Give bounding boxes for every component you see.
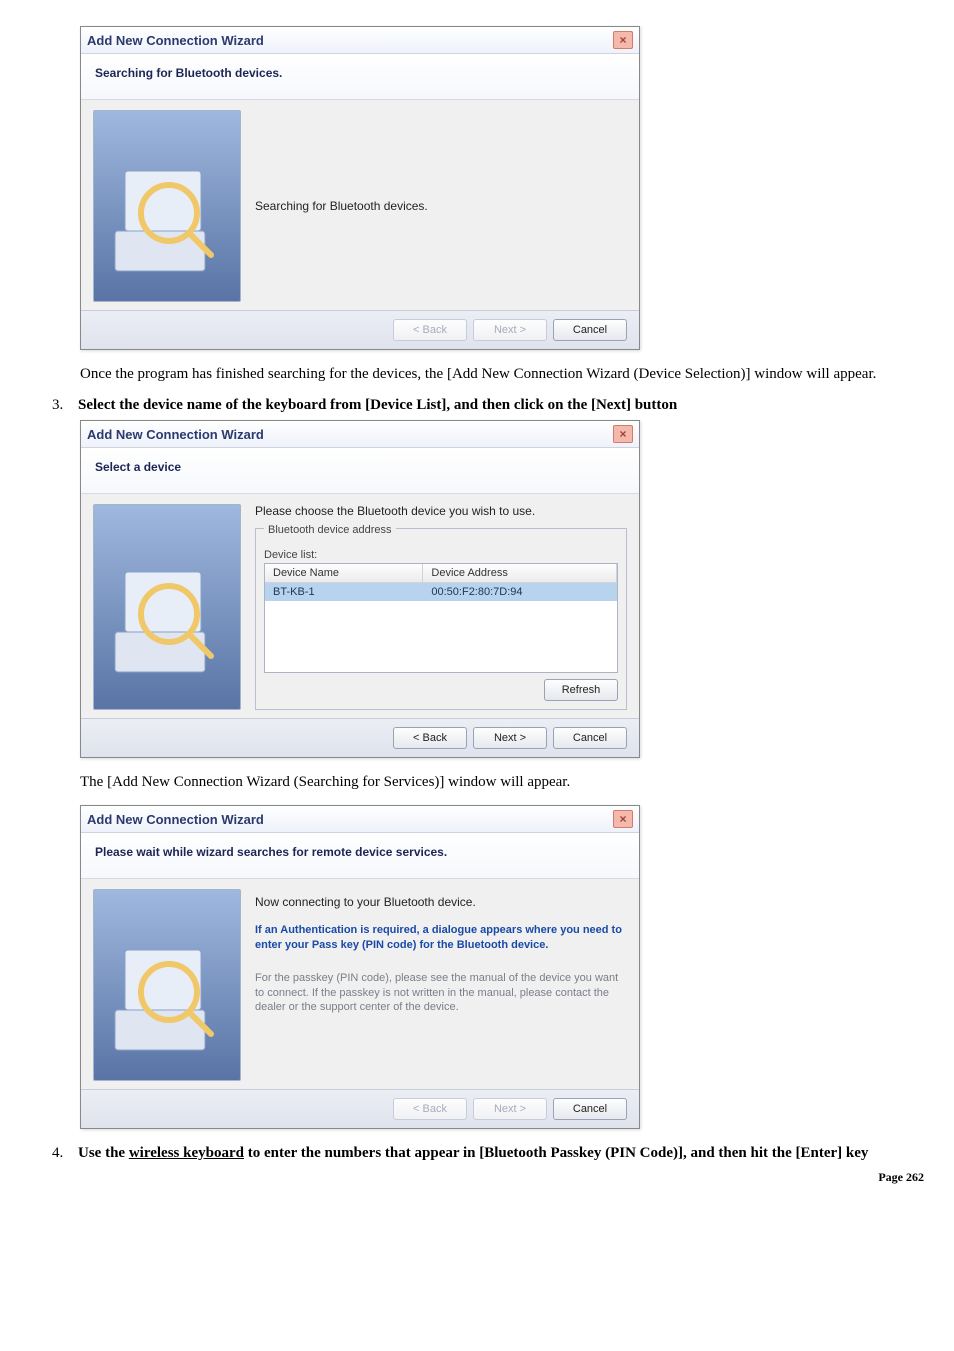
searching-text: Searching for Bluetooth devices. bbox=[255, 199, 428, 213]
page-number: Page 262 bbox=[24, 1170, 930, 1185]
row-device-address: 00:50:F2:80:7D:94 bbox=[423, 583, 617, 601]
back-button: < Back bbox=[393, 1098, 467, 1120]
next-button: Next > bbox=[473, 1098, 547, 1120]
next-button: Next > bbox=[473, 319, 547, 341]
step-number: 4. bbox=[52, 1145, 78, 1162]
dialog-footer: < Back Next > Cancel bbox=[81, 310, 639, 349]
step4-underline: wireless keyboard bbox=[129, 1145, 244, 1161]
back-button: < Back bbox=[393, 319, 467, 341]
close-icon[interactable]: × bbox=[613, 425, 633, 443]
dialog-body: Now connecting to your Bluetooth device.… bbox=[81, 879, 639, 1089]
dialog-header: Select a device bbox=[81, 448, 639, 494]
step-text: Use the wireless keyboard to enter the n… bbox=[78, 1145, 868, 1162]
cancel-button[interactable]: Cancel bbox=[553, 319, 627, 341]
window-title: Add New Connection Wizard bbox=[87, 427, 264, 442]
titlebar: Add New Connection Wizard × bbox=[81, 806, 639, 833]
dialog-footer: < Back Next > Cancel bbox=[81, 1089, 639, 1128]
connecting-text: Now connecting to your Bluetooth device. bbox=[255, 895, 627, 909]
cancel-button[interactable]: Cancel bbox=[553, 1098, 627, 1120]
dialog-footer: < Back Next > Cancel bbox=[81, 718, 639, 757]
list-header: Device Name Device Address bbox=[265, 564, 617, 583]
titlebar: Add New Connection Wizard × bbox=[81, 421, 639, 448]
fieldset-legend: Bluetooth device address bbox=[264, 524, 396, 536]
close-icon[interactable]: × bbox=[613, 31, 633, 49]
step-4: 4. Use the wireless keyboard to enter th… bbox=[52, 1145, 930, 1162]
col-device-address: Device Address bbox=[423, 564, 617, 582]
wizard-select-device-dialog: Add New Connection Wizard × Select a dev… bbox=[80, 420, 640, 758]
dialog-body-main: Please choose the Bluetooth device you w… bbox=[255, 504, 627, 710]
dialog-header: Please wait while wizard searches for re… bbox=[81, 833, 639, 879]
device-list[interactable]: Device Name Device Address BT-KB-1 00:50… bbox=[264, 563, 618, 673]
step-text: Select the device name of the keyboard f… bbox=[78, 397, 677, 414]
instruction-text: Please choose the Bluetooth device you w… bbox=[255, 504, 627, 518]
dialog-header-text: Searching for Bluetooth devices. bbox=[95, 66, 282, 80]
window-title: Add New Connection Wizard bbox=[87, 33, 264, 48]
paragraph-after-dialog2: The [Add New Connection Wizard (Searchin… bbox=[80, 774, 930, 791]
dialog-header-text: Select a device bbox=[95, 460, 181, 474]
dialog-header: Searching for Bluetooth devices. bbox=[81, 54, 639, 100]
step-number: 3. bbox=[52, 397, 78, 414]
refresh-button[interactable]: Refresh bbox=[544, 679, 618, 701]
step-3: 3. Select the device name of the keyboar… bbox=[52, 397, 930, 414]
close-icon[interactable]: × bbox=[613, 810, 633, 828]
row-device-name: BT-KB-1 bbox=[265, 583, 423, 601]
device-address-fieldset: Bluetooth device address Device list: De… bbox=[255, 528, 627, 710]
paragraph-after-dialog1: Once the program has finished searching … bbox=[80, 366, 930, 383]
device-list-label: Device list: bbox=[264, 549, 618, 561]
wizard-searching-dialog: Add New Connection Wizard × Searching fo… bbox=[80, 26, 640, 350]
dialog-body: Searching for Bluetooth devices. bbox=[81, 100, 639, 310]
dialog-body: Please choose the Bluetooth device you w… bbox=[81, 494, 639, 718]
wizard-art bbox=[93, 889, 241, 1081]
dialog-body-main: Now connecting to your Bluetooth device.… bbox=[255, 889, 627, 1081]
titlebar: Add New Connection Wizard × bbox=[81, 27, 639, 54]
wizard-art bbox=[93, 110, 241, 302]
next-button[interactable]: Next > bbox=[473, 727, 547, 749]
back-button[interactable]: < Back bbox=[393, 727, 467, 749]
auth-info-text: If an Authentication is required, a dial… bbox=[255, 923, 627, 953]
col-device-name: Device Name bbox=[265, 564, 423, 582]
dialog-header-text: Please wait while wizard searches for re… bbox=[95, 845, 447, 859]
list-row-selected[interactable]: BT-KB-1 00:50:F2:80:7D:94 bbox=[265, 583, 617, 601]
wizard-searching-services-dialog: Add New Connection Wizard × Please wait … bbox=[80, 805, 640, 1129]
wizard-art bbox=[93, 504, 241, 710]
window-title: Add New Connection Wizard bbox=[87, 812, 264, 827]
cancel-button[interactable]: Cancel bbox=[553, 727, 627, 749]
dialog-body-main: Searching for Bluetooth devices. bbox=[255, 110, 627, 302]
step4-prefix: Use the bbox=[78, 1145, 129, 1161]
passkey-note-text: For the passkey (PIN code), please see t… bbox=[255, 971, 627, 1016]
step4-suffix: to enter the numbers that appear in [Blu… bbox=[244, 1145, 868, 1161]
